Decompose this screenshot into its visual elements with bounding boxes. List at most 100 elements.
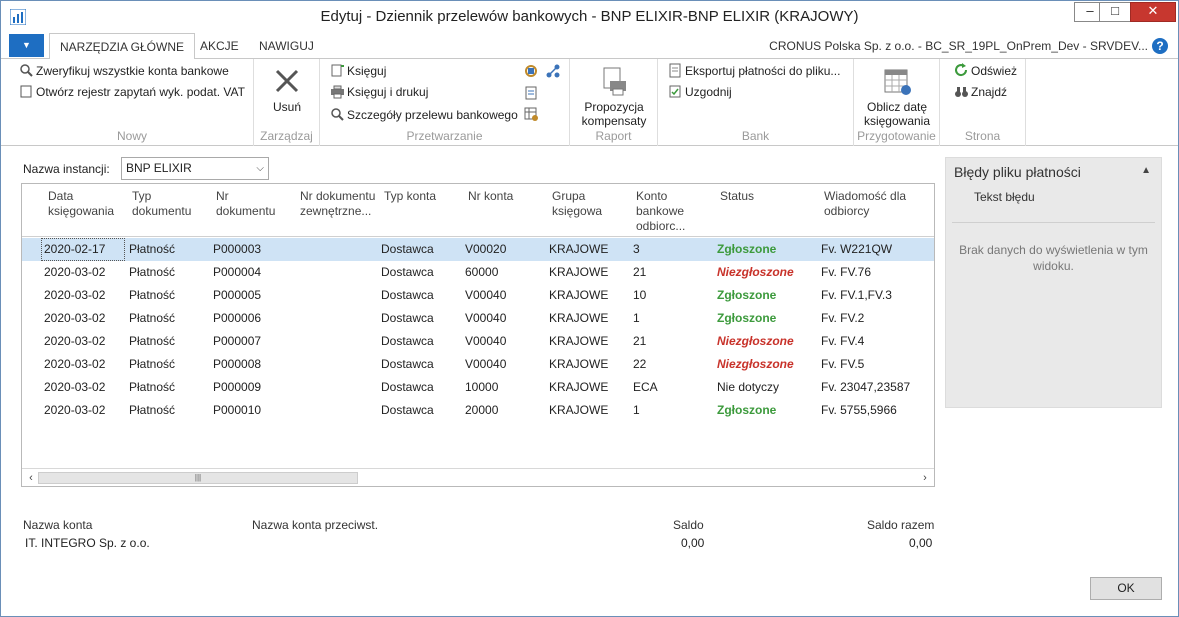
table-row[interactable]: 2020-03-02 Płatność P000005 Dostawca V00040 K… <box>22 284 934 307</box>
cell-recip[interactable]: 1 <box>633 307 640 330</box>
cell-status[interactable]: Zgłoszone <box>717 399 776 422</box>
proposal-button[interactable]: Propozycja kompensaty <box>574 65 654 128</box>
cell-date[interactable]: 2020-03-02 <box>44 330 105 353</box>
tab-home[interactable]: NARZĘDZIA GŁÓWNE <box>49 33 196 60</box>
col-header-accttype[interactable]: Typ konta <box>384 189 454 204</box>
cell-msg[interactable]: Fv. FV.2 <box>821 307 864 330</box>
cell-acctno[interactable]: 60000 <box>465 261 498 284</box>
col-header-extdoc[interactable]: Nr dokumentu zewnętrzne... <box>300 189 378 219</box>
cell-accttype[interactable]: Dostawca <box>381 307 434 330</box>
cell-doctype[interactable]: Płatność <box>129 399 175 422</box>
cell-msg[interactable]: Fv. 23047,23587 <box>821 376 910 399</box>
cell-msg[interactable]: Fv. 5755,5966 <box>821 399 897 422</box>
cell-status[interactable]: Nie dotyczy <box>717 376 779 399</box>
table-row[interactable]: 2020-03-02 Płatność P000004 Dostawca 60000 KR… <box>22 261 934 284</box>
cell-accttype[interactable]: Dostawca <box>381 261 434 284</box>
recalculate-icon[interactable] <box>523 63 539 79</box>
cell-acctno[interactable]: 20000 <box>465 399 498 422</box>
cell-acctno[interactable]: V00020 <box>465 238 506 261</box>
cell-msg[interactable]: Fv. W221QW <box>821 238 892 261</box>
export-payments-button[interactable]: Eksportuj płatności do pliku... <box>668 61 840 81</box>
tab-navigate[interactable]: NAWIGUJ <box>249 33 324 59</box>
cell-accttype[interactable]: Dostawca <box>381 376 434 399</box>
cell-date[interactable]: 2020-03-02 <box>44 399 105 422</box>
table-row[interactable]: 2020-03-02 Płatność P000006 Dostawca V00040 K… <box>22 307 934 330</box>
cell-acctno[interactable]: V00040 <box>465 353 506 376</box>
col-header-status[interactable]: Status <box>720 189 810 204</box>
cell-doctype[interactable]: Płatność <box>129 330 175 353</box>
cell-doctype[interactable]: Płatność <box>129 353 175 376</box>
col-header-recipient-account[interactable]: Konto bankowe odbiorc... <box>636 189 710 234</box>
cell-group[interactable]: KRAJOWE <box>549 353 608 376</box>
cell-accttype[interactable]: Dostawca <box>381 330 434 353</box>
cell-group[interactable]: KRAJOWE <box>549 399 608 422</box>
find-button[interactable]: Znajdź <box>954 82 1007 102</box>
cell-docno[interactable]: P000003 <box>213 238 261 261</box>
cell-acctno[interactable]: V00040 <box>465 284 506 307</box>
calc-date-button[interactable]: Oblicz datę księgowania <box>856 65 938 128</box>
cell-docno[interactable]: P000007 <box>213 330 261 353</box>
collapse-icon[interactable]: ▲ <box>1141 165 1151 176</box>
transfer-details-button[interactable]: Szczegóły przelewu bankowego <box>330 105 518 125</box>
cell-accttype[interactable]: Dostawca <box>381 353 434 376</box>
table-row[interactable]: 2020-03-02 Płatność P000008 Dostawca V00040 K… <box>22 353 934 376</box>
cell-group[interactable]: KRAJOWE <box>549 330 608 353</box>
cell-recip[interactable]: ECA <box>633 376 658 399</box>
horizontal-scrollbar[interactable]: ‹ ||| › <box>22 468 934 486</box>
cell-docno[interactable]: P000008 <box>213 353 261 376</box>
post-print-button[interactable]: Księguj i drukuj <box>330 82 428 102</box>
table-row[interactable]: 2020-03-02 Płatność P000007 Dostawca V00040 K… <box>22 330 934 353</box>
cell-docno[interactable]: P000004 <box>213 261 261 284</box>
ok-button[interactable]: OK <box>1090 577 1162 600</box>
table-row[interactable]: 2020-03-02 Płatność P000009 Dostawca 10000 KR… <box>22 376 934 399</box>
cell-doctype[interactable]: Płatność <box>129 261 175 284</box>
cell-recip[interactable]: 21 <box>633 261 646 284</box>
cell-acctno[interactable]: 10000 <box>465 376 498 399</box>
reconcile-button[interactable]: Uzgodnij <box>668 82 732 102</box>
cell-status[interactable]: Niezgłoszone <box>717 261 794 284</box>
cell-msg[interactable]: Fv. FV.76 <box>821 261 871 284</box>
cell-msg[interactable]: Fv. FV.5 <box>821 353 864 376</box>
cell-group[interactable]: KRAJOWE <box>549 284 608 307</box>
col-header-acctno[interactable]: Nr konta <box>468 189 538 204</box>
col-header-doctype[interactable]: Typ dokumentu <box>132 189 202 219</box>
cell-date[interactable]: 2020-02-17 <box>44 238 105 261</box>
scroll-right-icon[interactable]: › <box>918 471 932 485</box>
app-menu-button[interactable]: ▼ <box>9 34 44 57</box>
delete-button[interactable]: Usuń <box>262 65 312 114</box>
cell-docno[interactable]: P000005 <box>213 284 261 307</box>
cell-status[interactable]: Niezgłoszone <box>717 353 794 376</box>
cell-recip[interactable]: 22 <box>633 353 646 376</box>
cell-date[interactable]: 2020-03-02 <box>44 284 105 307</box>
col-header-message[interactable]: Wiadomość dla odbiorcy <box>824 189 924 219</box>
tab-actions[interactable]: AKCJE <box>190 33 249 59</box>
maximize-button[interactable]: □ <box>1099 2 1131 22</box>
cell-recip[interactable]: 1 <box>633 399 640 422</box>
table-settings-icon[interactable] <box>523 106 539 122</box>
cell-group[interactable]: KRAJOWE <box>549 307 608 330</box>
cell-doctype[interactable]: Płatność <box>129 307 175 330</box>
cell-date[interactable]: 2020-03-02 <box>44 261 105 284</box>
help-icon[interactable]: ? <box>1152 38 1168 54</box>
document-list-icon[interactable] <box>523 85 539 101</box>
cell-accttype[interactable]: Dostawca <box>381 238 434 261</box>
cell-date[interactable]: 2020-03-02 <box>44 307 105 330</box>
cell-doctype[interactable]: Płatność <box>129 238 175 261</box>
verify-accounts-button[interactable]: Zweryfikuj wszystkie konta bankowe <box>19 61 229 81</box>
scroll-left-icon[interactable]: ‹ <box>24 471 38 485</box>
table-row[interactable]: 2020-03-02 Płatność P000010 Dostawca 20000 KR… <box>22 399 934 422</box>
cell-status[interactable]: Zgłoszone <box>717 238 776 261</box>
cell-group[interactable]: KRAJOWE <box>549 238 608 261</box>
col-header-date[interactable]: Data księgowania <box>48 189 126 219</box>
cell-accttype[interactable]: Dostawca <box>381 399 434 422</box>
cell-acctno[interactable]: V00040 <box>465 330 506 353</box>
cell-recip[interactable]: 3 <box>633 238 640 261</box>
col-header-docno[interactable]: Nr dokumentu <box>216 189 286 219</box>
cell-docno[interactable]: P000006 <box>213 307 261 330</box>
cell-status[interactable]: Zgłoszone <box>717 284 776 307</box>
cell-doctype[interactable]: Płatność <box>129 376 175 399</box>
close-button[interactable]: ✕ <box>1130 2 1176 22</box>
cell-docno[interactable]: P000010 <box>213 399 261 422</box>
cell-date[interactable]: 2020-03-02 <box>44 353 105 376</box>
refresh-button[interactable]: Odśwież <box>954 61 1017 81</box>
